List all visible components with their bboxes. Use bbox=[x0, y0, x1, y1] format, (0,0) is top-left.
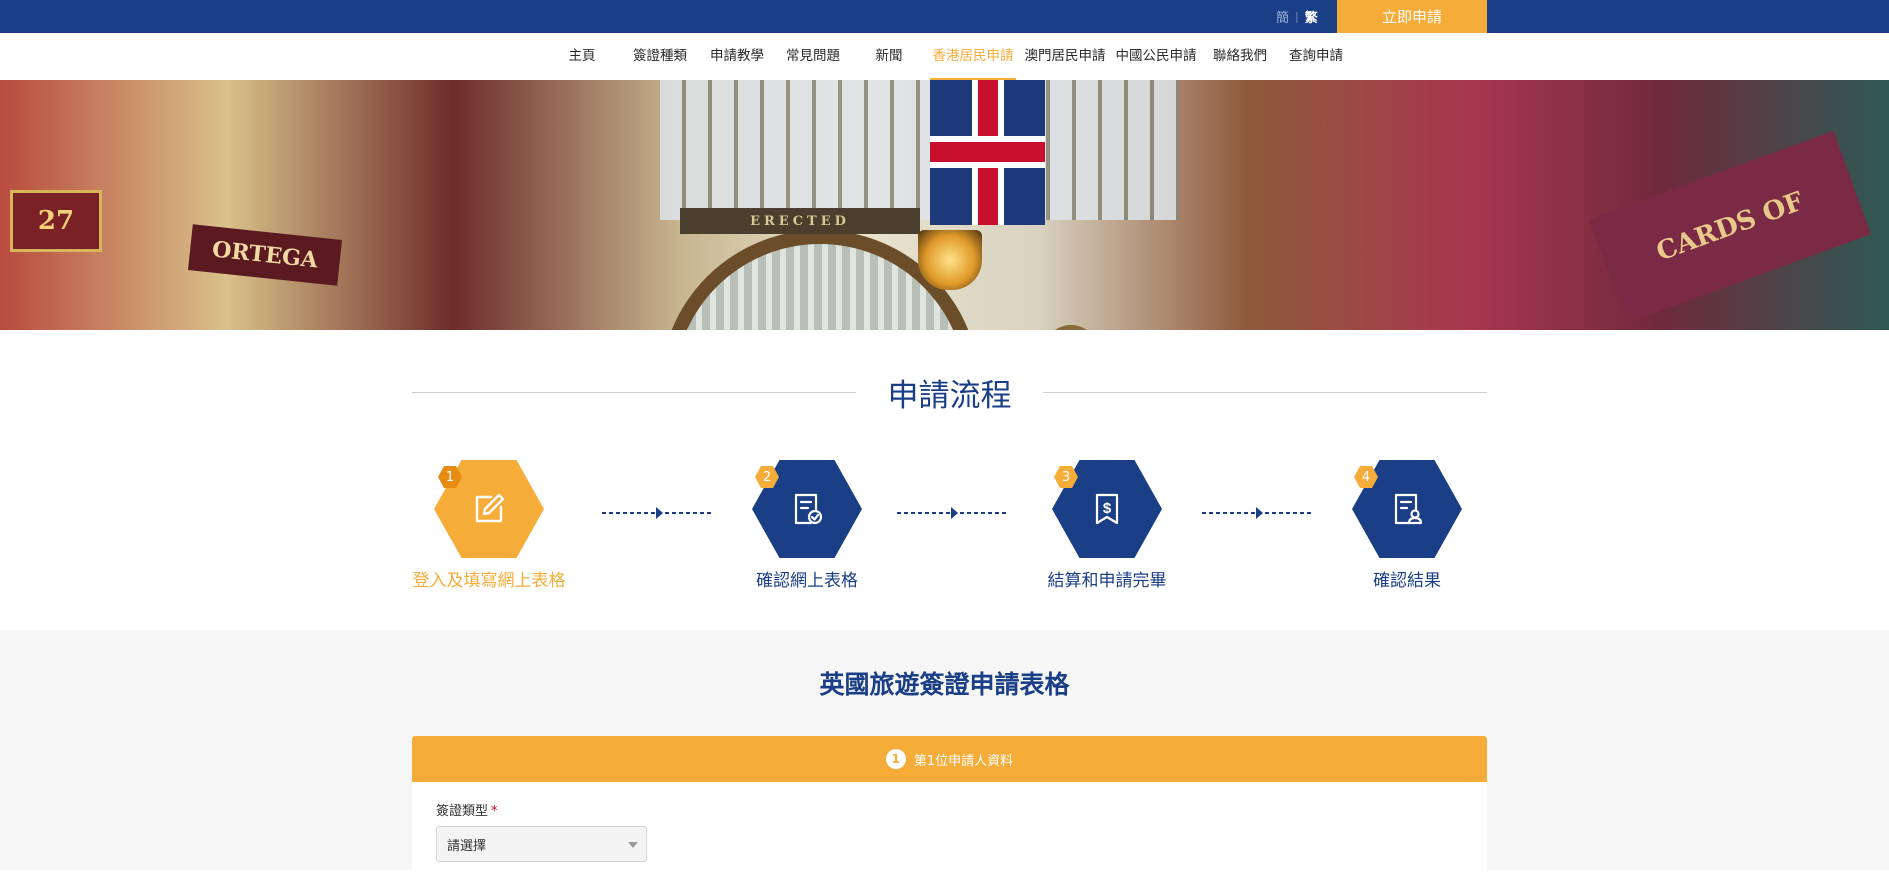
visa-type-select-value: 請選擇 bbox=[447, 838, 487, 854]
applicant-section-header[interactable]: 1 第1位申請人資料 bbox=[412, 736, 1487, 782]
document-user-icon bbox=[1394, 493, 1423, 525]
nav-item-hk-residents[interactable]: 香港居民申請 bbox=[930, 33, 1016, 80]
nav-item-china-citizens[interactable]: 中國公民申請 bbox=[1113, 33, 1199, 80]
union-jack-flag bbox=[930, 80, 1045, 225]
hero-sign-ortega: ORTEGA bbox=[188, 224, 342, 286]
nav-item-macau-residents[interactable]: 澳門居民申請 bbox=[1022, 33, 1108, 80]
hero-sign-27: 27 bbox=[10, 190, 102, 252]
process-step-3: $ 結算和申請完畢 bbox=[1002, 460, 1212, 591]
hero-erected-sign: ERECTED bbox=[680, 208, 920, 234]
required-mark: * bbox=[491, 804, 498, 819]
language-switcher: 簡 | 繁 bbox=[1276, 7, 1318, 26]
process-step-2: 確認網上表格 bbox=[702, 460, 912, 591]
edit-icon bbox=[475, 493, 505, 523]
visa-type-select[interactable]: 請選擇 bbox=[436, 826, 647, 862]
step-arrow bbox=[1202, 507, 1314, 519]
nav-item-home[interactable]: 主頁 bbox=[561, 33, 603, 80]
nav-item-check-application[interactable]: 查詢申請 bbox=[1286, 33, 1346, 80]
step-label: 確認結果 bbox=[1373, 571, 1441, 591]
payment-document-icon: $ bbox=[1095, 493, 1119, 525]
arrow-head-icon bbox=[656, 507, 663, 519]
section-title: 第1位申請人資料 bbox=[913, 753, 1014, 769]
step-arrow bbox=[602, 507, 714, 519]
document-check-icon bbox=[794, 493, 823, 525]
apply-now-button[interactable]: 立即申請 bbox=[1337, 0, 1487, 33]
process-title: 申請流程 bbox=[887, 378, 1012, 414]
step-label: 確認網上表格 bbox=[756, 571, 858, 591]
nav-item-contact[interactable]: 聯絡我們 bbox=[1210, 33, 1270, 80]
svg-text:$: $ bbox=[1103, 500, 1112, 517]
nav-item-faq[interactable]: 常見問題 bbox=[783, 33, 843, 80]
process-header: 申請流程 bbox=[412, 370, 1487, 414]
section-number-badge: 1 bbox=[885, 749, 906, 769]
hero-sign-cards: CARDS OF bbox=[1589, 130, 1871, 324]
nav-item-news[interactable]: 新聞 bbox=[868, 33, 910, 80]
arrow-head-icon bbox=[951, 507, 958, 519]
lang-separator: | bbox=[1295, 10, 1299, 23]
nav-item-visa-types[interactable]: 簽證種類 bbox=[630, 33, 690, 80]
step-label: 結算和申請完畢 bbox=[1047, 571, 1167, 591]
nav-item-tutorial[interactable]: 申請教學 bbox=[707, 33, 767, 80]
visa-type-label-text: 簽證類型 bbox=[436, 804, 489, 819]
top-bar: 簡 | 繁 立即申請 bbox=[0, 0, 1889, 33]
hero-clock bbox=[1040, 325, 1102, 330]
lang-simplified-link[interactable]: 簡 bbox=[1276, 7, 1289, 26]
process-step-1: 登入及填寫網上表格 bbox=[384, 460, 594, 591]
process-step-4: 確認結果 bbox=[1302, 460, 1512, 591]
hero-lamp bbox=[918, 230, 982, 290]
hero-banner: ERECTED 27 ORTEGA CARDS OF bbox=[0, 80, 1889, 330]
visa-type-label: 簽證類型 * bbox=[436, 800, 498, 819]
chevron-down-icon bbox=[628, 842, 638, 848]
lang-traditional-link[interactable]: 繁 bbox=[1305, 7, 1318, 26]
step-arrow bbox=[897, 507, 1009, 519]
arrow-head-icon bbox=[1256, 507, 1263, 519]
main-nav: 主頁 簽證種類 申請教學 常見問題 新聞 香港居民申請 澳門居民申請 中國公民申… bbox=[0, 33, 1889, 80]
hero-glass-roof bbox=[660, 80, 1180, 220]
step-label: 登入及填寫網上表格 bbox=[412, 571, 566, 591]
form-title: 英國旅遊簽證申請表格 bbox=[819, 670, 1070, 699]
